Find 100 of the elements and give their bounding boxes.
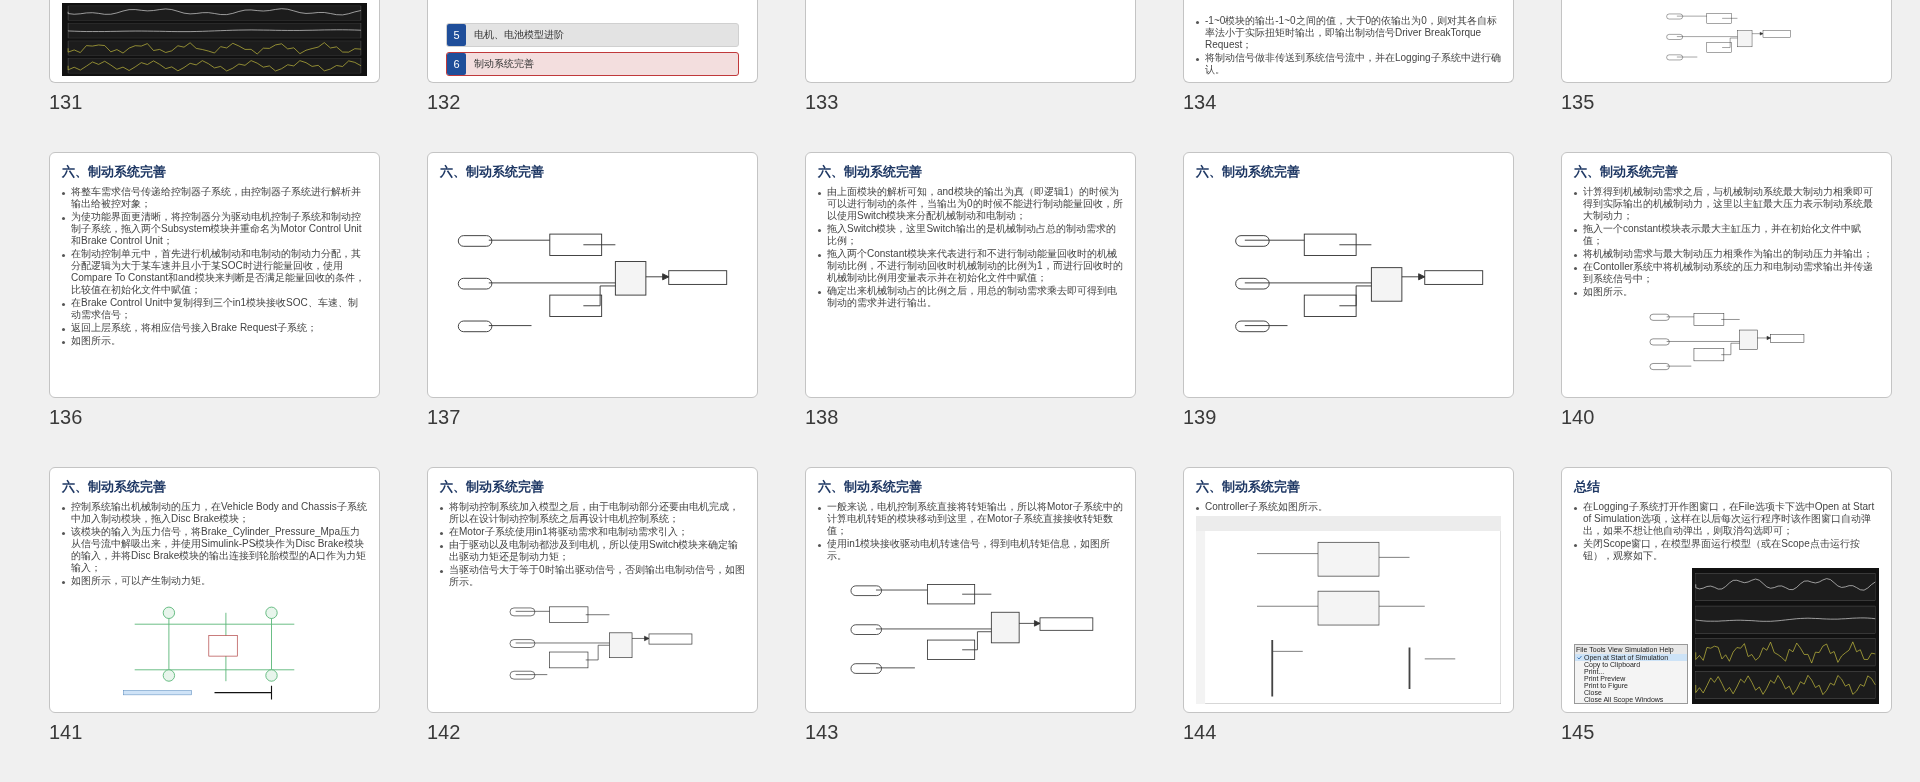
slide-title: 六、制动系统完善 xyxy=(1196,163,1301,181)
slide-thumbnail[interactable] xyxy=(805,152,1136,398)
slide-title: 六、制动系统完善 xyxy=(1574,163,1679,181)
bullet-icon xyxy=(62,341,65,344)
bullet-icon xyxy=(62,254,65,257)
bullet-text: 在Motor子系统使用in1将驱动需求和电制动需求引入； xyxy=(449,526,688,538)
slide-number: 139 xyxy=(1183,405,1218,430)
bullet-text: 如图所示。 xyxy=(1583,286,1633,298)
slide-thumbnail[interactable]: -1~0模块的输出-1~0之间的值，大于0的依输出为0，则对其各自标率法小于实际扭矩时输出，即输出制动信号Driver BreakTorque Request； 将制动信号做非传送到系统信号流中，并在Logging子系统中进行确认。 xyxy=(1183,0,1514,83)
slide-number: 143 xyxy=(805,720,840,745)
bullet-icon xyxy=(62,581,65,584)
bullet-text: 为使功能界面更清晰，将控制器分为驱动电机控制子系统和制动控制子系统，拖入两个Subsystem模块并重命名为Motor Control Unit和Brake Control Unit； xyxy=(71,211,363,247)
bullet-text: 在Brake Control Unit中复制得到三个in1模块接收SOC、车速、制动需求信号； xyxy=(71,297,359,321)
bullet-icon xyxy=(818,192,821,195)
agenda-item: 6 制动系统完善 xyxy=(446,52,739,76)
slide-number: 136 xyxy=(49,405,84,430)
bullet-text: 拖入一个constant模块表示最大主缸压力，并在初始化文件中赋值； xyxy=(1583,223,1862,247)
bullet-icon xyxy=(1574,192,1577,195)
slide-number: 131 xyxy=(49,90,84,115)
bullet-icon xyxy=(1574,229,1577,232)
slide-thumbnail[interactable] xyxy=(49,467,380,713)
slide-thumbnail[interactable]: 六、制动系统完善 Controller子系统如图所示。 xyxy=(1183,467,1514,713)
bullet-text: 返回上层系统，将相应信号接入Brake Request子系统； xyxy=(71,322,318,334)
bullet-icon xyxy=(1574,292,1577,295)
slide-title: 总结 xyxy=(1574,478,1601,496)
slide-number: 138 xyxy=(805,405,840,430)
bullet-text: 拖入Switch模块，这里Switch输出的是机械制动占总的制动需求的比例； xyxy=(827,223,1117,247)
bullet-icon xyxy=(818,507,821,510)
bullet-icon xyxy=(1574,254,1577,257)
bullet-icon xyxy=(818,291,821,294)
slide-number: 134 xyxy=(1183,90,1218,115)
bullet-text: 在Logging子系统打开作图窗口，在File选项卡下选中Open at Start of Simulation选项，这样在以后每次运行程序时该作图窗口自动弹出，如果不想让他自动弹出，则取消勾选即可； xyxy=(1583,501,1876,537)
slide-title: 六、制动系统完善 xyxy=(62,478,167,496)
bullet-icon xyxy=(62,328,65,331)
slide-number: 142 xyxy=(427,720,462,745)
bullet-icon xyxy=(1574,507,1577,510)
bullet-text: 如图所示，可以产生制动力矩。 xyxy=(71,575,211,587)
bullet-text: -1~0模块的输出-1~0之间的值，大于0的依输出为0，则对其各自标率法小于实际扭矩时输出，即输出制动信号Driver BreakTorque Request； xyxy=(1205,15,1498,51)
slide-number: 133 xyxy=(805,90,840,115)
bullet-icon xyxy=(440,532,443,535)
slide-number: 137 xyxy=(427,405,462,430)
slide-thumbnail[interactable] xyxy=(49,0,380,83)
bullet-text: 关闭Scope窗口，在模型界面运行模型（或在Scope点击运行按钮），观察如下。 xyxy=(1583,538,1861,562)
bullet-text: 将机械制动需求与最大制动压力相乘作为输出的制动压力并输出； xyxy=(1583,248,1873,260)
slide-title: 六、制动系统完善 xyxy=(440,163,545,181)
slide-number: 135 xyxy=(1561,90,1596,115)
slide-thumbnail[interactable] xyxy=(49,152,380,398)
agenda-item: 5 电机、电池模型进阶 xyxy=(446,23,739,47)
check-icon xyxy=(1577,655,1582,660)
bullet-text: 一般来说，电机控制系统直接将转矩输出，所以将Motor子系统中的计算电机转矩的模块移动到这里，在Motor子系统直接接收转矩数值； xyxy=(827,501,1123,537)
bullet-icon xyxy=(818,254,821,257)
slide-thumbnail[interactable] xyxy=(805,0,1136,83)
slide-number: 141 xyxy=(49,720,84,745)
slide-thumbnail[interactable]: 六、制动系统完善 将制动控制系统加入模型之后，由于电制动部分还要由电机完成，所以在设计制动控制系统之后再设计电机控制系统； 在Motor子系统使用in1将驱动需求和电制动需求引入； 由于驱动以及电制动都涉及到电机，所以使用Switch模块来确定输出驱动力矩还是制动力矩； 当驱动信号大于等于0时输出驱动信号，否则输出电制动信号，如图所示。 xyxy=(427,467,758,713)
bullet-text: 将制动信号做非传送到系统信号流中，并在Logging子系统中进行确认。 xyxy=(1205,52,1501,76)
bullet-icon xyxy=(1196,21,1199,24)
slide-number: 144 xyxy=(1183,720,1218,745)
slide-title: 六、制动系统完善 xyxy=(818,478,923,496)
bullet-icon xyxy=(440,570,443,573)
bullet-text: 使用in1模块接收驱动电机转速信号，得到电机转矩信息，如图所示。 xyxy=(827,538,1112,562)
bullet-text: 将整车需求信号传递给控制器子系统，由控制器子系统进行解析并输出给被控对象； xyxy=(71,186,362,210)
bullet-icon xyxy=(1574,267,1577,270)
bullet-icon xyxy=(1574,544,1577,547)
slide-thumbnail[interactable]: 六、制动系统完善 计算得到机械制动需求之后，与机械制动系统最大制动力相乘即可得到实际输出的机械制动力，这里以主缸最大压力表示制动系统最大制动力； 拖入一个constant模块表示最大主缸压力，并在初始化文件中赋值； 将机械制动需求与最大制动压力相乘作为输出的制动压力并输出； 在Contoller系统中将机械制动系统的压力和电制动需求输出并传递到系统信号中； 如图所示。 xyxy=(1561,152,1892,398)
bullet-text: Controller子系统如图所示。 xyxy=(1205,501,1329,513)
slide-thumbnail[interactable] xyxy=(1561,0,1892,83)
bullet-text: 控制系统输出机械制动的压力，在Vehicle Body and Chassis子系统中加入制动模块，拖入Disc Brake模块； xyxy=(71,501,367,525)
slide-title: 六、制动系统完善 xyxy=(1196,478,1301,496)
slide-number: 140 xyxy=(1561,405,1596,430)
bullet-text: 该模块的输入为压力信号，将Brake_Cylinder_Pressure_Mpa压力从信号流中解吸出来，并使用Simulink-PS模块作为Disc Brake模块的输入，并将Disc Brake模块的输出连接到轮胎模型的A口作为力矩输入； xyxy=(71,526,367,574)
bullet-text: 在制动控制单元中，首先进行机械制动和电制动的制动力分配，其分配逻辑为大于某车速并且小于某SOC时进行能量回收，使用Compare To Constant和and模块来判断是否满足能量回收的条件，比较值在初始化文件中赋值； xyxy=(71,248,366,296)
slide-thumbnail[interactable]: 5 电机、电池模型进阶 6 制动系统完善 xyxy=(427,0,758,83)
slide-title: 六、制动系统完善 xyxy=(62,163,167,181)
bullet-icon xyxy=(62,217,65,220)
slide-title: 六、制动系统完善 xyxy=(818,163,923,181)
slide-thumbnail[interactable]: 六、制动系统完善 xyxy=(427,152,758,398)
bullet-icon xyxy=(1196,507,1199,510)
bullet-text: 在Contoller系统中将机械制动系统的压力和电制动需求输出并传递到系统信号中； xyxy=(1583,261,1875,285)
bullet-text: 将制动控制系统加入模型之后，由于电制动部分还要由电机完成，所以在设计制动控制系统之后再设计电机控制系统； xyxy=(449,501,740,525)
bullet-text: 当驱动信号大于等于0时输出驱动信号，否则输出电制动信号，如图所示。 xyxy=(449,564,745,588)
bullet-icon xyxy=(62,532,65,535)
bullet-icon xyxy=(62,192,65,195)
slide-thumbnail[interactable]: 六、制动系统完善 xyxy=(1183,152,1514,398)
slide-thumbnail[interactable]: 六、制动系统完善 一般来说，电机控制系统直接将转矩输出，所以将Motor子系统中的计算电机转矩的模块移动到这里，在Motor子系统直接接收转矩数值； 使用in1模块接收驱动电机转速信号，得到电机转矩信息，如图所示。 xyxy=(805,467,1136,713)
bullet-icon xyxy=(818,229,821,232)
bullet-icon xyxy=(62,507,65,510)
bullet-text: 如图所示。 xyxy=(71,335,121,347)
bullet-icon xyxy=(1196,58,1199,61)
bullet-text: 拖入两个Constant模块来代表进行和不进行制动能量回收时的机械制动比例，不进行制动回收时机械制动的比例为1，而进行回收时的机械制动比例用变量表示并在初始化文件中赋值； xyxy=(827,248,1123,284)
bullet-text: 确定出来机械制动占的比例之后，用总的制动需求乘去即可得到电制动的需求并进行输出。 xyxy=(827,285,1118,309)
bullet-icon xyxy=(62,303,65,306)
bullet-text: 计算得到机械制动需求之后，与机械制动系统最大制动力相乘即可得到实际输出的机械制动力，这里以主缸最大压力表示制动系统最大制动力； xyxy=(1583,186,1874,222)
bullet-text: 由于驱动以及电制动都涉及到电机，所以使用Switch模块来确定输出驱动力矩还是制动力矩； xyxy=(449,539,740,563)
bullet-icon xyxy=(818,544,821,547)
bullet-text: 由上面模块的解析可知，and模块的输出为真（即逻辑1）的时候为可以进行制动的条件，当输出为0的时候不能进行制动能量回收，所以使用Switch模块来分配机械制动和电制动； xyxy=(827,186,1123,222)
slide-title: 六、制动系统完善 xyxy=(440,478,545,496)
slide-number: 145 xyxy=(1561,720,1596,745)
slide-thumbnail[interactable] xyxy=(1561,467,1892,713)
slide-number: 132 xyxy=(427,90,462,115)
bullet-icon xyxy=(440,507,443,510)
